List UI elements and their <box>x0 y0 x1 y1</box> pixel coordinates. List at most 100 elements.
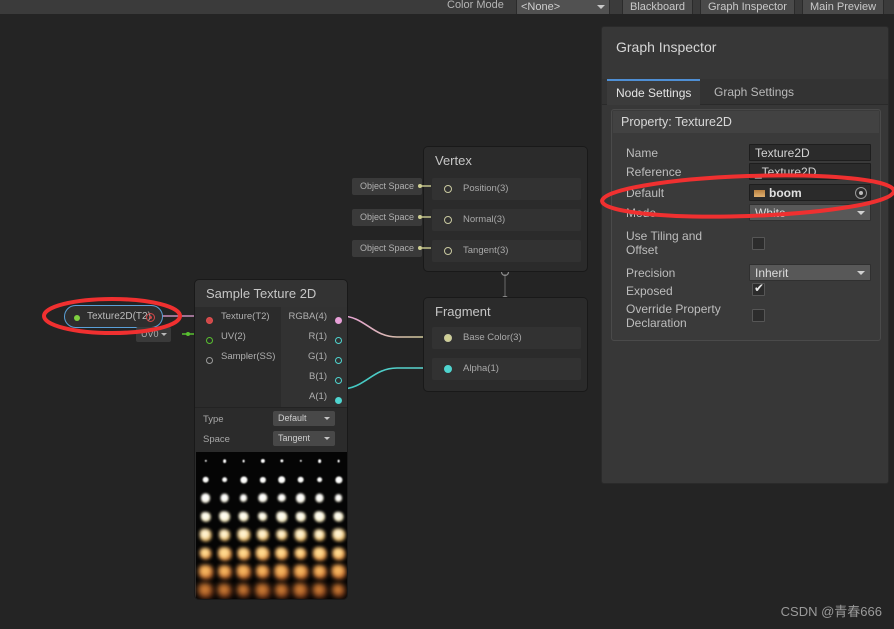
name-input[interactable]: Texture2D <box>749 144 871 161</box>
type-setting-dropdown[interactable]: Default <box>273 411 335 426</box>
b-output-port[interactable] <box>335 377 342 384</box>
texture-input-port[interactable] <box>206 317 213 324</box>
shader-graph-window: Color Mode <None> Blackboard Graph Inspe… <box>0 0 894 629</box>
inspector-title: Graph Inspector <box>616 39 717 55</box>
use-tiling-offset-checkbox[interactable] <box>752 237 765 250</box>
texture2d-output-port[interactable] <box>146 313 155 322</box>
property-box: Property: Texture2D Name Texture2D Refer… <box>611 109 881 341</box>
vertex-slot-position[interactable]: Position(3) <box>432 178 581 200</box>
preview-frame <box>253 545 272 564</box>
preview-frame-blob <box>202 476 209 483</box>
preview-frame <box>310 563 329 582</box>
fragment-slot-alpha[interactable]: Alpha(1) <box>432 358 581 380</box>
mode-dropdown[interactable]: White <box>749 204 871 221</box>
tangent-space-label: Object Space <box>359 243 415 253</box>
sample-texture-settings: Type Default Space Tangent <box>195 407 347 452</box>
sampler-input-port[interactable] <box>206 357 213 364</box>
blackboard-button[interactable]: Blackboard <box>622 0 694 14</box>
preview-frame <box>196 582 215 600</box>
preview-frame-blob <box>239 494 248 503</box>
color-mode-dropdown[interactable]: <None> <box>516 0 610 14</box>
base-color-input-port[interactable] <box>444 334 452 342</box>
exposed-checkbox[interactable] <box>752 281 765 296</box>
chevron-down-icon <box>857 271 865 275</box>
r-output-label: R(1) <box>308 331 327 342</box>
preview-frame-blob <box>259 476 266 483</box>
r-output-port[interactable] <box>335 337 342 344</box>
preview-frame <box>215 563 234 582</box>
preview-frame <box>310 489 329 508</box>
preview-frame <box>234 545 253 564</box>
tab-node-settings[interactable]: Node Settings <box>607 79 701 105</box>
position-input-port[interactable] <box>444 185 452 193</box>
preview-frame <box>272 471 291 490</box>
preview-frame <box>329 545 347 564</box>
texture2d-property-node[interactable]: Texture2D(T2) <box>64 305 163 328</box>
preview-frame <box>291 489 310 508</box>
fragment-slot-base-color[interactable]: Base Color(3) <box>432 327 581 349</box>
normal-input-port[interactable] <box>444 216 452 224</box>
vertex-slot-tangent[interactable]: Tangent(3) <box>432 240 581 262</box>
preview-frame-blob <box>275 529 288 541</box>
tangent-space-button[interactable]: Object Space <box>352 240 422 257</box>
preview-frame-blob <box>279 459 284 463</box>
uv-input-port[interactable] <box>206 337 213 344</box>
preview-frame-blob <box>313 529 326 542</box>
property-box-header: Property: Texture2D <box>613 111 879 133</box>
normal-space-button[interactable]: Object Space <box>352 209 422 226</box>
position-space-button[interactable]: Object Space <box>352 178 422 195</box>
reference-input[interactable]: _Texture2D <box>749 163 871 180</box>
preview-frame <box>291 471 310 490</box>
preview-frame <box>310 582 329 600</box>
preview-frame <box>253 582 272 600</box>
default-texture-name: boom <box>769 186 802 200</box>
preview-frame-blob <box>331 547 346 561</box>
preview-frame <box>253 508 272 527</box>
graph-inspector-button[interactable]: Graph Inspector <box>700 0 795 14</box>
vertex-slot-normal[interactable]: Normal(3) <box>432 209 581 231</box>
preview-frame <box>272 489 291 508</box>
preview-frame <box>215 582 234 600</box>
precision-dropdown[interactable]: Inherit <box>749 264 871 281</box>
preview-frame <box>253 489 272 508</box>
sample-texture-2d-node[interactable]: Sample Texture 2D Texture(T2) UV(2) Samp… <box>194 279 348 600</box>
tab-graph-settings[interactable]: Graph Settings <box>705 79 803 105</box>
preview-frame-blob <box>220 493 229 503</box>
a-output-label: A(1) <box>309 391 327 402</box>
g-output-port[interactable] <box>335 357 342 364</box>
preview-frame <box>291 582 310 600</box>
main-preview-button[interactable]: Main Preview <box>802 0 885 14</box>
fragment-node-title: Fragment <box>424 298 587 325</box>
vertex-slot-tangent-label: Tangent(3) <box>463 245 509 256</box>
preview-frame-blob <box>315 493 324 503</box>
preview-frame-blob <box>331 583 346 598</box>
preview-frame-blob <box>312 565 327 580</box>
tangent-input-port[interactable] <box>444 247 452 255</box>
chevron-down-icon <box>324 417 330 420</box>
preview-frame-blob <box>218 511 231 523</box>
space-setting-dropdown[interactable]: Tangent <box>273 431 335 446</box>
precision-row-label: Precision <box>626 266 676 280</box>
object-picker-icon[interactable] <box>855 187 867 199</box>
fragment-node[interactable]: Fragment Base Color(3) Alpha(1) <box>423 297 588 392</box>
vertex-node[interactable]: Vertex Position(3) Normal(3) Tangent(3) <box>423 146 588 272</box>
preview-frame-blob <box>242 459 245 463</box>
preview-frame-blob <box>273 564 290 581</box>
uv-node-output-dot <box>186 332 190 336</box>
override-declaration-checkbox[interactable] <box>752 309 765 322</box>
vertex-slot-normal-label: Normal(3) <box>463 214 506 225</box>
a-output-port[interactable] <box>335 397 342 404</box>
rgba-output-port[interactable] <box>335 317 342 324</box>
preview-frame-blob <box>293 564 308 580</box>
preview-frame <box>329 526 347 545</box>
texture-thumbnail-icon <box>754 190 765 197</box>
default-texture-object-field[interactable]: boom <box>749 184 871 201</box>
preview-frame-blob <box>218 529 231 542</box>
type-setting-label: Type <box>203 414 224 425</box>
chevron-down-icon <box>857 211 865 215</box>
preview-frame-blob <box>198 564 213 580</box>
preview-frame-blob <box>204 460 207 463</box>
wire-alpha-to-alpha <box>340 367 432 390</box>
uv-channel-dropdown[interactable]: UV0 <box>136 327 171 342</box>
alpha-input-port[interactable] <box>444 365 452 373</box>
